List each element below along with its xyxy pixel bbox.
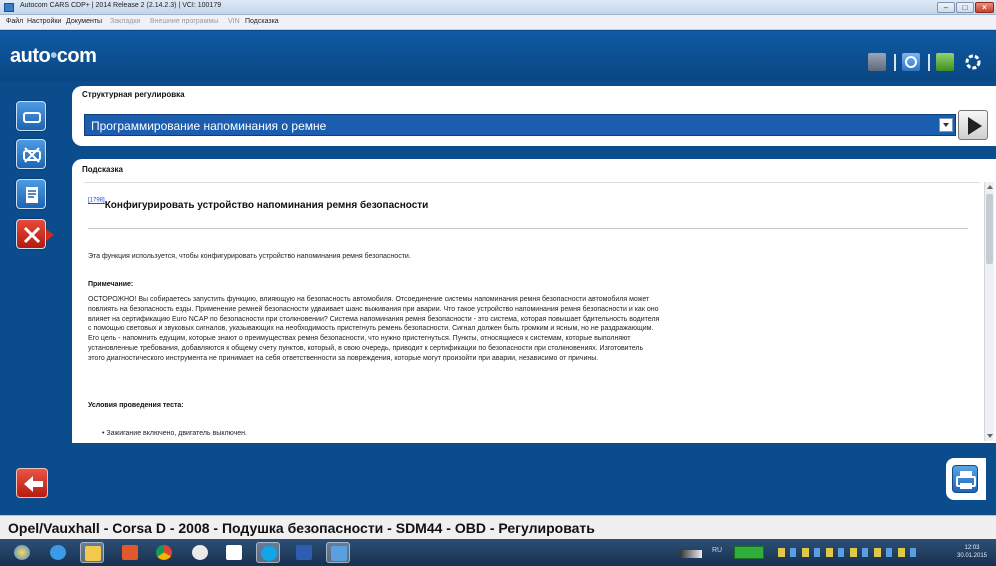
report-icon: [26, 187, 38, 203]
sidebar-item-report[interactable]: [16, 179, 46, 209]
structured-adjustment-panel: Структурная регулировка Программирование…: [72, 86, 996, 146]
warning-line: с помощью световых и звуковых сигналов, …: [88, 325, 654, 333]
scroll-thumb[interactable]: [986, 194, 993, 264]
menu-bookmarks[interactable]: Закладки: [110, 18, 140, 25]
sidebar-item-disconnect[interactable]: [16, 139, 46, 169]
warning-line: ОСТОРОЖНО! Вы собираетесь запустить функ…: [88, 296, 650, 303]
condition-item: • Зажигание включено, двигатель выключен…: [102, 430, 247, 437]
ie-icon[interactable]: [46, 542, 70, 563]
minimize-button[interactable]: –: [937, 2, 955, 13]
skype-icon[interactable]: [256, 542, 280, 563]
maximize-icon: □: [962, 3, 968, 12]
close-button[interactable]: ×: [975, 2, 994, 13]
doc-title: Конфигурировать устройство напоминания р…: [104, 200, 429, 211]
autocom-icon[interactable]: [326, 542, 350, 563]
doc-heading: [1798]Конфигурировать устройство напомин…: [88, 195, 428, 213]
warning-line: повлиять на безопасность езды. Применени…: [88, 305, 659, 313]
tools-icon: [23, 226, 41, 244]
dropdown-button[interactable]: [939, 118, 953, 132]
warning-line: влияет на сертификацию Euro NCAP по безо…: [88, 315, 660, 323]
media-icon[interactable]: [188, 542, 212, 563]
adjustment-select[interactable]: Программирование напоминания о ремне: [84, 114, 956, 136]
windows-start-icon[interactable]: [10, 542, 34, 563]
menu-file[interactable]: Файл: [6, 18, 23, 25]
autocom-logo: auto•com: [10, 45, 97, 67]
toolbar-divider: [928, 54, 930, 71]
menu-hint[interactable]: Подсказка: [245, 18, 279, 25]
scroll-down-icon[interactable]: [987, 434, 993, 438]
toolbar-divider: [894, 54, 896, 71]
warning-line: этого диагностического инструмента не пр…: [88, 354, 599, 362]
back-button[interactable]: [16, 468, 48, 498]
warning-line: Его цель - напомнить едущим, которые зна…: [88, 335, 631, 343]
chevron-down-icon: [943, 123, 949, 127]
warning-paragraph: ОСТОРОЖНО! Вы собираетесь запустить функ…: [88, 295, 659, 364]
hint-title: Подсказка: [82, 165, 123, 174]
note-heading: Примечание:: [88, 281, 134, 288]
run-button[interactable]: [958, 110, 988, 140]
app-header: auto•com: [0, 31, 996, 81]
hint-document: [1798]Конфигурировать устройство напомин…: [84, 182, 980, 443]
divider: [88, 228, 968, 229]
battery-icon[interactable]: [734, 546, 764, 559]
ecu-disconnect-icon: [23, 147, 41, 163]
car-settings-icon[interactable]: [868, 53, 886, 71]
sidebar-item-connect[interactable]: [16, 101, 46, 131]
menu-external-programs[interactable]: Внешние программы: [150, 18, 218, 25]
app-icon: [4, 3, 14, 12]
conditions-heading: Условия проведения теста:: [88, 402, 184, 409]
warning-line: установленные требования, добавляются к …: [88, 344, 644, 352]
window-title: Autocom CARS CDP+ | 2014 Release 2 (2.14…: [20, 2, 222, 9]
doc-intro: Эта функция используется, чтобы конфигур…: [88, 253, 411, 260]
back-arrow-icon: [24, 476, 43, 492]
tray-icons[interactable]: [778, 548, 918, 557]
system-tray: RU: [680, 543, 930, 563]
taskbar-clock[interactable]: 12:03 30.01.2015: [952, 544, 992, 560]
window-title-bar: Autocom CARS CDP+ | 2014 Release 2 (2.14…: [0, 0, 996, 15]
sidebar-item-tools[interactable]: [16, 219, 54, 249]
loading-icon: [964, 53, 982, 71]
app-icon[interactable]: [118, 542, 142, 563]
doc-reference-link[interactable]: [1798]: [88, 198, 105, 204]
selected-adjustment: Программирование напоминания о ремне: [91, 119, 327, 133]
menu-vin[interactable]: VIN: [228, 18, 240, 25]
menu-bar: Файл Настройки Документы Закладки Внешни…: [0, 15, 996, 30]
printer-icon: [952, 465, 978, 493]
header-toolbar: [866, 53, 990, 75]
sidebar: [0, 81, 66, 511]
chrome-icon[interactable]: [152, 542, 176, 563]
signal-icon[interactable]: [680, 550, 702, 558]
explorer-icon[interactable]: [80, 542, 104, 563]
print-button[interactable]: [946, 458, 986, 500]
maximize-button[interactable]: □: [956, 2, 974, 13]
tray-lang[interactable]: RU: [712, 547, 722, 554]
panel-title: Структурная регулировка: [82, 90, 185, 99]
play-icon: [968, 117, 982, 135]
scroll-up-icon[interactable]: [987, 185, 993, 189]
vertical-scrollbar[interactable]: [984, 182, 994, 441]
windows-taskbar: RU 12:03 30.01.2015: [0, 539, 996, 566]
hint-panel: Подсказка [1798]Конфигурировать устройст…: [72, 159, 996, 443]
menu-settings[interactable]: Настройки: [27, 18, 61, 25]
help-icon[interactable]: [902, 53, 920, 71]
update-icon[interactable]: [936, 53, 954, 71]
status-bar: Opel/Vauxhall - Corsa D - 2008 - Подушка…: [0, 515, 996, 539]
ecu-connect-icon: [23, 112, 41, 123]
close-icon: ×: [982, 3, 987, 12]
minimize-icon: –: [943, 3, 949, 12]
menu-documents[interactable]: Документы: [66, 18, 102, 25]
vehicle-status-text: Opel/Vauxhall - Corsa D - 2008 - Подушка…: [8, 520, 595, 536]
yandex-icon[interactable]: [222, 542, 246, 563]
word-icon[interactable]: [292, 542, 316, 563]
